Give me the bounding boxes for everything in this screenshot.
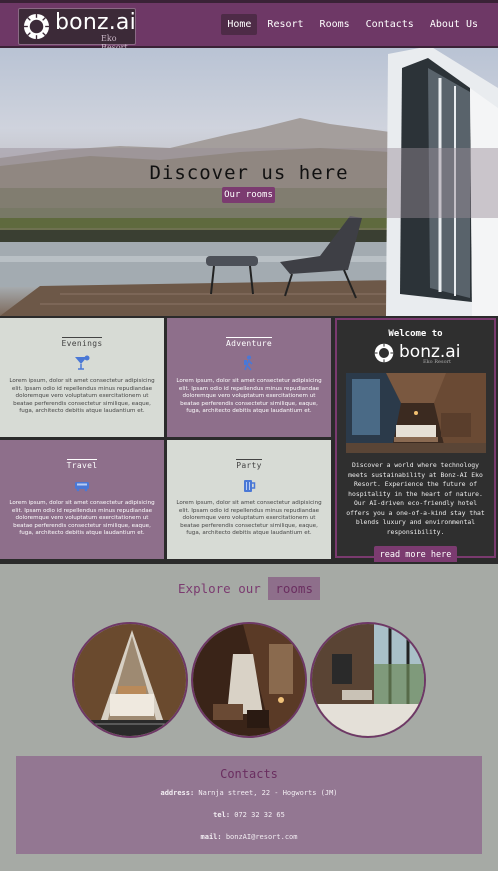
main-nav: Home Resort Rooms Contacts About Us: [221, 14, 484, 35]
address-label: address:: [160, 789, 195, 797]
nav-about-us[interactable]: About Us: [424, 14, 484, 35]
rooms-section: Explore our rooms Contacts address: Narn…: [0, 562, 498, 871]
tel-value[interactable]: 072 32 32 65: [234, 811, 285, 819]
contact-tel: tel: 072 32 32 65: [16, 811, 482, 819]
activity-text: Lorem ipsum, dolor sit amet consectetur …: [176, 378, 322, 415]
site-header: bonz.ai Eko Resort Home Resort Rooms Con…: [0, 0, 498, 52]
contacts-box: Contacts address: Narnja street, 22 - Ho…: [16, 756, 482, 854]
tel-label: tel:: [213, 811, 231, 819]
room-loft-interior-image: [193, 624, 305, 736]
nav-rooms[interactable]: Rooms: [314, 14, 356, 35]
mail-value[interactable]: bonzAI@resort.com: [226, 833, 298, 841]
activity-tile-evenings: Evenings Lorem ipsum, dolor sit amet con…: [0, 318, 164, 437]
contact-mail: mail: bonzAI@resort.com: [16, 833, 482, 841]
beer-icon: [244, 480, 256, 492]
room-a-frame-bedroom-image: [74, 624, 186, 736]
logo-text: bonz.ai: [55, 10, 136, 35]
activity-text: Lorem ipsum, dolor sit amet consectetur …: [176, 500, 322, 537]
nav-contacts[interactable]: Contacts: [360, 14, 420, 35]
activity-text: Lorem ipsum, dolor sit amet consectetur …: [9, 378, 155, 415]
activity-title: Evenings: [61, 337, 103, 348]
nav-home[interactable]: Home: [221, 14, 258, 35]
activity-text: Lorem ipsum, dolor sit amet consectetur …: [9, 500, 155, 537]
contact-address: address: Narnja street, 22 - Hogworts (J…: [16, 789, 482, 797]
welcome-card: Welcome to bonz.ai Eko Resort Discover a…: [335, 318, 496, 564]
logo[interactable]: bonz.ai Eko Resort: [18, 8, 136, 52]
welcome-title: Welcome to: [388, 329, 443, 339]
nav-resort[interactable]: Resort: [261, 14, 309, 35]
bus-icon: [75, 482, 89, 492]
activity-title: Travel: [66, 459, 98, 470]
welcome-description: Discover a world where technology meets …: [346, 461, 485, 536]
room-glass-lounge-image: [312, 624, 424, 736]
activity-tile-adventure: Adventure Lorem ipsum, dolor sit amet co…: [167, 318, 331, 437]
rooms-heading: Explore our rooms: [0, 577, 498, 600]
room-thumbnail[interactable]: [191, 622, 307, 738]
rooms-heading-prefix: Explore our: [178, 581, 261, 596]
activity-title: Adventure: [225, 337, 273, 348]
activity-tile-travel: Travel Lorem ipsum, dolor sit amet conse…: [0, 440, 164, 559]
welcome-logo-subtitle: Eko Resort: [423, 359, 451, 365]
hero-banner: Discover us here Our rooms: [0, 48, 498, 316]
welcome-logo: bonz.ai Eko Resort: [337, 342, 494, 366]
sun-logo-icon: [23, 13, 50, 40]
rooms-heading-highlight: rooms: [268, 577, 320, 600]
hiker-icon: [244, 355, 253, 371]
our-rooms-button[interactable]: Our rooms: [222, 187, 275, 203]
mail-label: mail:: [200, 833, 222, 841]
contacts-title: Contacts: [220, 767, 278, 781]
cocktail-icon: [75, 355, 90, 370]
room-thumbnail[interactable]: [72, 622, 188, 738]
cabin-interior-image: [345, 373, 486, 453]
sun-logo-icon: [374, 343, 394, 363]
room-thumbnail[interactable]: [310, 622, 426, 738]
activity-title: Party: [236, 459, 262, 470]
hero-title: Discover us here: [149, 162, 349, 184]
address-value: Narnja street, 22 - Hogworts (JM): [198, 789, 338, 797]
activity-tile-party: Party Lorem ipsum, dolor sit amet consec…: [167, 440, 331, 559]
